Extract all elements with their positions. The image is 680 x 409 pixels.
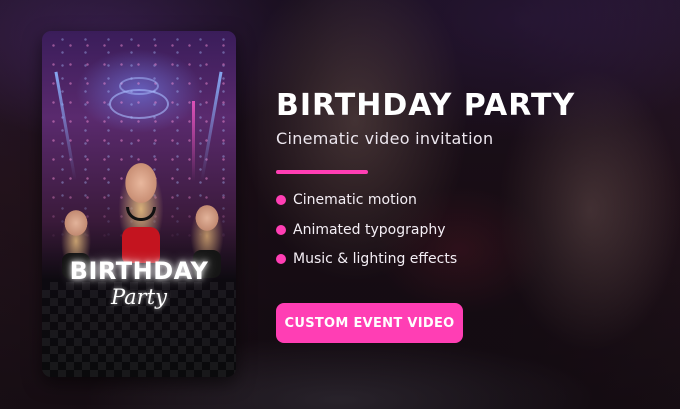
custom-event-video-button[interactable]: CUSTOM EVENT VIDEO <box>276 303 463 343</box>
product-info: BIRTHDAY PARTY Cinematic video invitatio… <box>276 88 666 279</box>
page-subtitle: Cinematic video invitation <box>276 129 494 148</box>
feature-item: Music & lighting effects <box>276 249 666 269</box>
bullet-dot-icon <box>276 254 286 264</box>
bullet-dot-icon <box>276 195 286 205</box>
stage-rig <box>109 89 169 119</box>
invitation-preview-poster: BIRTHDAY Party <box>42 31 236 377</box>
page-title: BIRTHDAY PARTY <box>276 88 576 123</box>
poster-title: BIRTHDAY <box>69 257 209 285</box>
bullet-dot-icon <box>276 224 286 235</box>
feature-label: Cinematic motion <box>293 192 417 208</box>
accent-divider <box>276 170 368 174</box>
feature-list: Cinematic motion Animated typography Mus… <box>276 190 666 269</box>
stage-light-beam <box>192 101 195 181</box>
feature-item: Animated typography <box>276 220 666 240</box>
feature-label: Music & lighting effects <box>293 251 458 267</box>
poster-script-text: Party <box>110 285 168 309</box>
feature-item: Cinematic motion <box>276 190 666 210</box>
feature-label: Animated typography <box>293 221 446 238</box>
